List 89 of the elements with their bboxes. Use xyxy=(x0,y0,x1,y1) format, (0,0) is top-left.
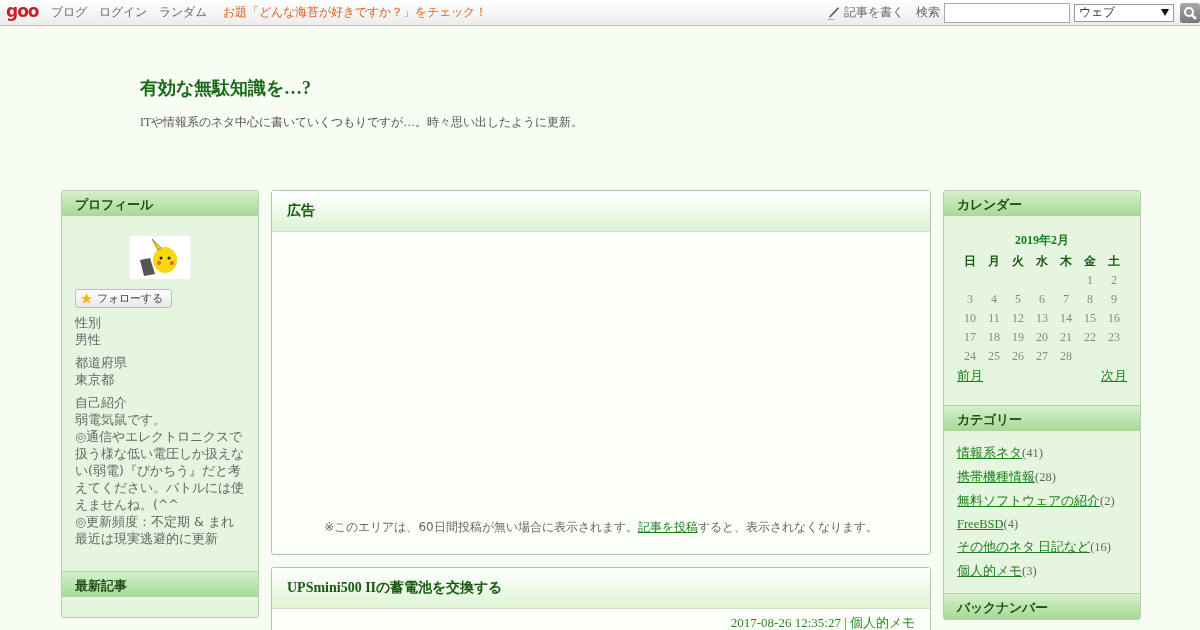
category-link[interactable]: 携帯機種情報 xyxy=(957,470,1035,484)
next-month-link[interactable]: 次月 xyxy=(1101,367,1127,385)
follow-button[interactable]: フォローする xyxy=(75,289,172,308)
panel-heading: バックナンバー xyxy=(944,594,1140,619)
calendar-day: 9 xyxy=(1102,291,1126,308)
panel-heading: カレンダー xyxy=(944,191,1140,216)
panel-heading: プロフィール xyxy=(62,191,258,216)
search-label: 検索 xyxy=(916,4,940,21)
calendar-day: 27 xyxy=(1030,348,1054,365)
weekday-label: 木 xyxy=(1059,253,1073,270)
weekday-label: 水 xyxy=(1035,253,1049,270)
weekday-label: 土 xyxy=(1107,253,1121,270)
topic-link[interactable]: お題「どんな海苔が好きですか？」をチェック！ xyxy=(222,4,487,21)
ad-notice: ※このエリアは、60日間投稿が無い場合に表示されます。記事を投稿すると、表示されなくなります。 xyxy=(323,519,879,536)
weekday-label: 月 xyxy=(987,253,1001,270)
category-link[interactable]: FreeBSD xyxy=(957,517,1004,531)
weekday-label: 日 xyxy=(963,253,977,270)
calendar-day: 3 xyxy=(958,291,982,308)
panel-heading: 最新記事 xyxy=(62,572,258,597)
calendar-day: 22 xyxy=(1078,329,1102,346)
profile-value: 東京都 xyxy=(75,371,115,388)
profile-value: ◎通信やエレクトロニクスで扱う様な低い電圧しか扱えない(弱電)『ぴかちう』だと考えてください。バトルには使えませんね。(^^ xyxy=(75,428,245,513)
calendar-day: 24 xyxy=(958,348,982,365)
calendar-day: 18 xyxy=(982,329,1006,346)
calendar-day: 17 xyxy=(958,329,982,346)
pencil-icon[interactable] xyxy=(827,5,840,20)
calendar-day: 2 xyxy=(1102,272,1126,289)
separator: | xyxy=(844,615,847,630)
blog-description: ITや情報系のネタ中心に書いていくつもりですが…。時々思い出したように更新。 xyxy=(140,114,585,131)
nav-link[interactable]: ブログ xyxy=(50,4,87,21)
nav-link[interactable]: ログイン xyxy=(98,4,147,21)
search-button[interactable] xyxy=(1180,2,1200,23)
calendar-day: 13 xyxy=(1030,310,1054,327)
card-heading: 広告 xyxy=(272,191,930,232)
nav-link[interactable]: ランダム xyxy=(158,4,207,21)
calendar-day: 10 xyxy=(958,310,982,327)
calendar-day: 5 xyxy=(1006,291,1030,308)
post-title[interactable]: UPSmini500 IIの蓄電池を交換する xyxy=(272,568,930,609)
panel-heading: カテゴリー xyxy=(944,406,1140,431)
category-link[interactable]: 無料ソフトウェアの紹介 xyxy=(957,494,1100,508)
profile-value: 弱電気鼠です。 xyxy=(75,411,167,428)
calendar-day: 6 xyxy=(1030,291,1054,308)
category-count: (16) xyxy=(1090,540,1111,554)
category-count: (3) xyxy=(1022,564,1037,578)
calendar-day: 1 xyxy=(1078,272,1102,289)
calendar-month: 2019年2月 xyxy=(1014,232,1070,249)
profile-label: 自己紹介 xyxy=(75,394,128,411)
search-icon xyxy=(1183,5,1197,20)
post-date: 2017-08-26 12:35:27 xyxy=(730,615,841,630)
weekday-label: 金 xyxy=(1083,253,1097,270)
profile-value: 男性 xyxy=(75,331,102,348)
calendar-day: 26 xyxy=(1006,348,1030,365)
calendar-day: 20 xyxy=(1030,329,1054,346)
blog-title[interactable]: 有効な無駄知識を…? xyxy=(140,76,1200,100)
calendar-day: 16 xyxy=(1102,310,1126,327)
calendar-day: 14 xyxy=(1054,310,1078,327)
search-scope-value: ウェブ xyxy=(1079,4,1115,21)
calendar-day: 7 xyxy=(1054,291,1078,308)
calendar-day: 12 xyxy=(1006,310,1030,327)
category-link[interactable]: 情報系ネタ xyxy=(957,446,1022,460)
category-count: (41) xyxy=(1022,446,1043,460)
category-count: (2) xyxy=(1100,494,1115,508)
profile-label: 性別 xyxy=(75,314,102,331)
calendar-day: 23 xyxy=(1102,329,1126,346)
calendar-day: 28 xyxy=(1054,348,1078,365)
category-link[interactable]: 個人的メモ xyxy=(850,615,915,630)
dropdown-arrow-icon xyxy=(1161,9,1169,16)
calendar-day: 19 xyxy=(1006,329,1030,346)
search-field[interactable] xyxy=(944,2,1070,23)
search-scope-select[interactable]: ウェブ xyxy=(1074,3,1174,22)
calendar-day: 8 xyxy=(1078,291,1102,308)
profile-label: 都道府県 xyxy=(75,354,128,371)
profile-value: 最近は現実逃避的に更新 xyxy=(75,530,219,547)
post-article-link[interactable]: 記事を投稿 xyxy=(637,520,698,534)
category-link[interactable]: 個人的メモ xyxy=(957,564,1022,578)
category-count: (28) xyxy=(1035,470,1056,484)
calendar-day: 25 xyxy=(982,348,1006,365)
calendar-day: 15 xyxy=(1078,310,1102,327)
prev-month-link[interactable]: 前月 xyxy=(957,367,983,385)
calendar-day: 21 xyxy=(1054,329,1078,346)
category-link[interactable]: その他のネタ 日記など xyxy=(957,540,1091,554)
profile-value: ◎更新頻度：不定期 & まれ xyxy=(75,513,235,530)
star-icon xyxy=(80,292,93,305)
weekday-label: 火 xyxy=(1011,253,1025,270)
write-link[interactable]: 記事を書く xyxy=(844,4,904,21)
calendar-day: 4 xyxy=(982,291,1006,308)
category-count: (4) xyxy=(1003,517,1019,531)
site-logo[interactable]: goo xyxy=(6,0,39,21)
calendar-day: 11 xyxy=(982,310,1006,327)
